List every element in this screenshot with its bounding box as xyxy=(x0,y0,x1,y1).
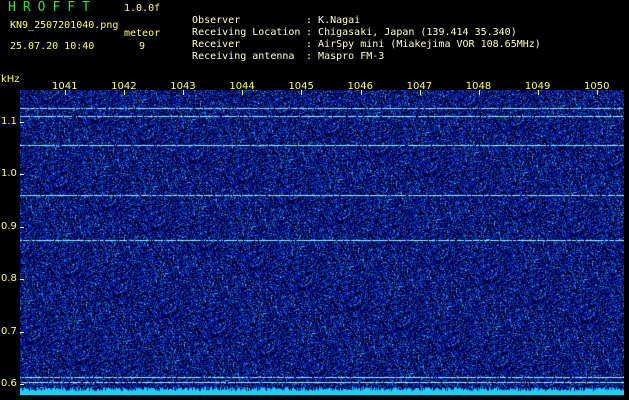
frequency-tick-label: 0.6 xyxy=(1,378,17,390)
time-tick-mark xyxy=(65,90,66,95)
frequency-tick-mark xyxy=(20,384,24,386)
time-tick-mark xyxy=(242,90,244,95)
time-tick-mark xyxy=(597,90,598,95)
info-separator: : xyxy=(306,51,313,62)
time-tick-mark xyxy=(183,90,185,95)
frequency-tick-mark xyxy=(20,121,24,123)
timestamp: 25.07.20 10:40 xyxy=(10,41,95,52)
frequency-tick-mark xyxy=(20,226,24,228)
spectrogram-plot xyxy=(20,90,624,395)
frequency-unit-label: kHz xyxy=(1,74,20,85)
frequency-tick-label: 1.1 xyxy=(1,115,17,127)
time-tick-mark xyxy=(537,90,539,95)
frequency-tick-mark xyxy=(20,174,24,176)
frequency-tick-label: 0.9 xyxy=(1,220,17,232)
info-key: Receiving antenna xyxy=(192,51,295,62)
frequency-tick-mark xyxy=(20,331,24,333)
frequency-tick-label: 0.8 xyxy=(1,273,17,285)
time-tick-mark xyxy=(419,90,421,95)
frequency-tick-label: 1.0 xyxy=(1,168,17,180)
spectrogram-canvas xyxy=(20,90,624,395)
app-version: 1.0.0f xyxy=(124,3,161,14)
time-tick-mark xyxy=(124,90,126,95)
meteor-label: meteor xyxy=(124,28,161,39)
info-row-antenna: Receiving antenna: Maspro FM-3 xyxy=(180,39,384,63)
time-tick-mark xyxy=(478,90,480,95)
frequency-tick-mark xyxy=(20,279,24,281)
info-value: Maspro FM-3 xyxy=(318,51,385,62)
frequency-tick-label: 0.7 xyxy=(1,325,17,337)
meteor-count: 9 xyxy=(139,41,146,52)
file-name: KN9_2507201040.png xyxy=(10,20,119,31)
time-tick-mark xyxy=(360,90,362,95)
app-title: HROFFT xyxy=(8,0,97,15)
time-tick-mark xyxy=(301,90,303,95)
